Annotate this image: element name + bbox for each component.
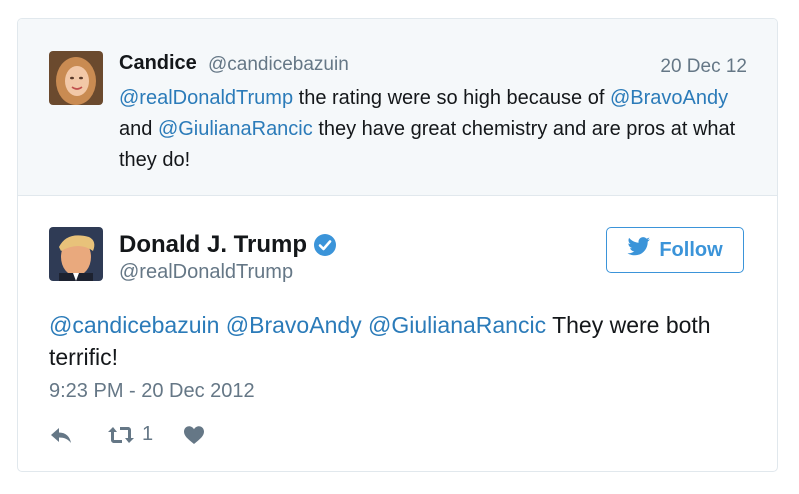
follow-button-label: Follow — [659, 238, 723, 261]
quoted-tweet-text: @realDonaldTrump the rating were so high… — [119, 83, 739, 176]
follow-button[interactable]: Follow — [606, 227, 744, 273]
mention-link[interactable]: @GiulianaRancic — [368, 312, 546, 338]
reply-button[interactable] — [49, 425, 73, 445]
user-handle[interactable]: @realDonaldTrump — [119, 261, 293, 284]
twitter-bird-icon — [627, 237, 651, 263]
mention-link[interactable]: @realDonaldTrump — [119, 87, 293, 109]
quoted-user-name[interactable]: Candice — [119, 52, 197, 75]
tweet-card: Candice @candicebazuin 20 Dec 12 @realDo… — [17, 18, 778, 472]
heart-icon — [183, 425, 205, 445]
reply-icon — [49, 425, 73, 445]
mention-link[interactable]: @GiulianaRancic — [158, 118, 313, 140]
tweet-actions: 1 — [49, 423, 205, 446]
tweet-text: @candicebazuin @BravoAndy @GiulianaRanci… — [49, 309, 749, 373]
tweet-text-segment: and — [119, 118, 158, 140]
like-button[interactable] — [183, 425, 205, 445]
mention-link[interactable]: @BravoAndy — [226, 312, 362, 338]
mention-link[interactable]: @candicebazuin — [49, 312, 219, 338]
mention-link[interactable]: @BravoAndy — [610, 87, 728, 109]
quoted-user-avatar[interactable] — [49, 51, 103, 105]
quoted-tweet-date[interactable]: 20 Dec 12 — [660, 56, 747, 78]
retweet-count: 1 — [142, 423, 154, 445]
tweet-text-segment: the rating were so high because of — [293, 87, 610, 109]
user-name[interactable]: Donald J. Trump — [119, 231, 337, 259]
retweet-button[interactable]: 1 — [107, 423, 153, 446]
user-name-label[interactable]: Donald J. Trump — [119, 231, 307, 259]
verified-badge-icon — [313, 233, 337, 257]
quoted-user-handle[interactable]: @candicebazuin — [208, 54, 349, 76]
retweet-icon — [107, 425, 135, 445]
quoted-tweet[interactable]: Candice @candicebazuin 20 Dec 12 @realDo… — [18, 19, 777, 196]
user-avatar[interactable] — [49, 227, 103, 281]
tweet-timestamp[interactable]: 9:23 PM - 20 Dec 2012 — [49, 380, 255, 403]
